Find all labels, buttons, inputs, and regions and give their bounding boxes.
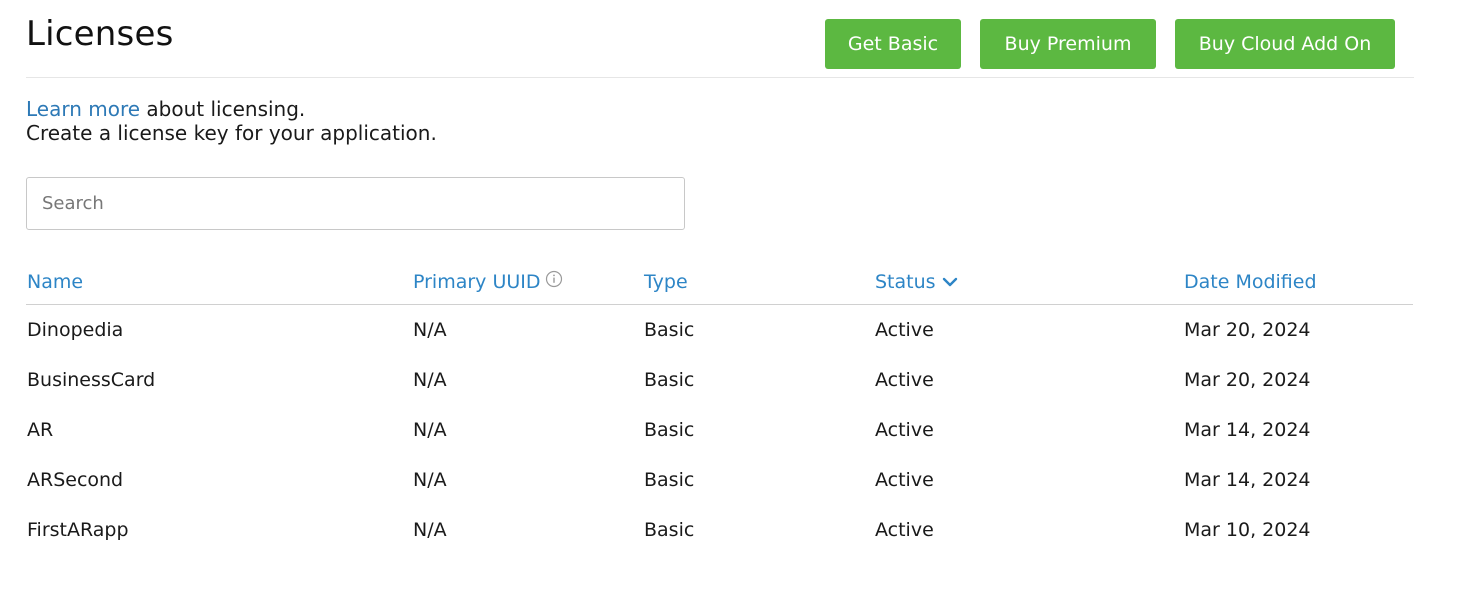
cell-uuid: N/A	[413, 419, 447, 441]
intro-line-1-text: about licensing.	[140, 97, 306, 121]
chevron-down-icon	[942, 271, 958, 293]
cell-name: ARSecond	[27, 469, 124, 491]
cell-uuid: N/A	[413, 319, 447, 341]
cell-date: Mar 14, 2024	[1184, 419, 1311, 441]
column-header-type-label: Type	[644, 271, 688, 293]
column-header-status[interactable]: Status	[875, 271, 958, 293]
get-basic-button[interactable]: Get Basic	[825, 19, 961, 69]
table-header: Name Primary UUID Type Status Date Modif…	[26, 262, 1413, 305]
column-header-status-label: Status	[875, 271, 936, 293]
cell-status: Active	[875, 519, 934, 541]
cell-uuid: N/A	[413, 519, 447, 541]
page-header: Licenses Get Basic Buy Premium Buy Cloud…	[26, 0, 1414, 78]
licenses-page: Licenses Get Basic Buy Premium Buy Cloud…	[0, 0, 1465, 611]
intro-text: Learn more about licensing. Create a lic…	[26, 97, 437, 145]
cell-date: Mar 10, 2024	[1184, 519, 1311, 541]
column-header-type[interactable]: Type	[644, 271, 688, 293]
cell-status: Active	[875, 469, 934, 491]
column-header-uuid-label: Primary UUID	[413, 271, 541, 293]
column-header-name[interactable]: Name	[27, 271, 83, 293]
column-header-primary-uuid[interactable]: Primary UUID	[413, 270, 563, 293]
cell-status: Active	[875, 369, 934, 391]
learn-more-link[interactable]: Learn more	[26, 97, 140, 121]
table-row[interactable]: FirstARapp N/A Basic Active Mar 10, 2024	[26, 505, 1413, 555]
cell-type: Basic	[644, 519, 695, 541]
cell-name: FirstARapp	[27, 519, 129, 541]
licenses-table: Name Primary UUID Type Status Date Modif…	[26, 262, 1413, 555]
cell-name: Dinopedia	[27, 319, 124, 341]
cell-name: AR	[27, 419, 54, 441]
cell-uuid: N/A	[413, 369, 447, 391]
table-row[interactable]: Dinopedia N/A Basic Active Mar 20, 2024	[26, 305, 1413, 355]
column-header-date-label: Date Modified	[1184, 271, 1317, 293]
table-row[interactable]: BusinessCard N/A Basic Active Mar 20, 20…	[26, 355, 1413, 405]
cell-date: Mar 14, 2024	[1184, 469, 1311, 491]
column-header-name-label: Name	[27, 271, 84, 293]
search-input[interactable]	[26, 177, 685, 230]
intro-line-2: Create a license key for your applicatio…	[26, 121, 437, 145]
buy-premium-button[interactable]: Buy Premium	[980, 19, 1156, 69]
cell-uuid: N/A	[413, 469, 447, 491]
cell-status: Active	[875, 319, 934, 341]
buy-cloud-add-on-button[interactable]: Buy Cloud Add On	[1175, 19, 1395, 69]
info-circle-icon[interactable]	[545, 270, 563, 293]
cell-name: BusinessCard	[27, 369, 156, 391]
cell-type: Basic	[644, 469, 695, 491]
cell-type: Basic	[644, 319, 695, 341]
table-row[interactable]: ARSecond N/A Basic Active Mar 14, 2024	[26, 455, 1413, 505]
cell-date: Mar 20, 2024	[1184, 369, 1311, 391]
page-title: Licenses	[26, 14, 174, 54]
intro-line-1: Learn more about licensing.	[26, 97, 437, 121]
cell-status: Active	[875, 419, 934, 441]
cell-type: Basic	[644, 419, 695, 441]
cell-type: Basic	[644, 369, 695, 391]
column-header-date-modified[interactable]: Date Modified	[1184, 271, 1317, 293]
cell-date: Mar 20, 2024	[1184, 319, 1311, 341]
table-row[interactable]: AR N/A Basic Active Mar 14, 2024	[26, 405, 1413, 455]
